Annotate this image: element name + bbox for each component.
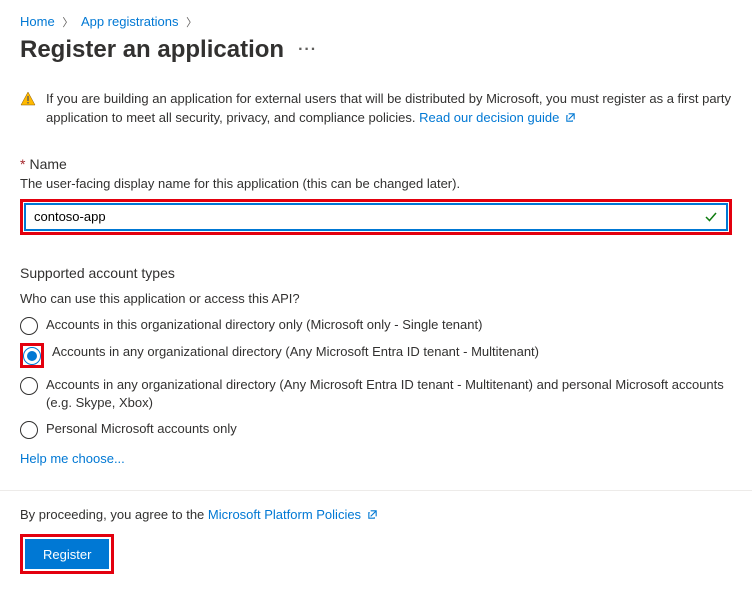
page-title-text: Register an application bbox=[20, 36, 284, 64]
name-input-highlight bbox=[20, 199, 732, 235]
warning-text-content: If you are building an application for e… bbox=[46, 91, 731, 125]
name-help: The user-facing display name for this ap… bbox=[20, 176, 732, 191]
chevron-right-icon: 〉 bbox=[186, 17, 197, 29]
account-types-title: Supported account types bbox=[20, 265, 732, 281]
decision-guide-link-text: Read our decision guide bbox=[419, 110, 559, 125]
more-actions-button[interactable]: ··· bbox=[298, 41, 317, 59]
required-star-icon: * bbox=[20, 156, 25, 172]
name-label: *Name bbox=[20, 156, 732, 172]
radio-icon[interactable] bbox=[20, 317, 38, 335]
radio-label: Personal Microsoft accounts only bbox=[46, 420, 237, 438]
radio-label: Accounts in any organizational directory… bbox=[52, 343, 539, 361]
radio-icon[interactable] bbox=[23, 347, 41, 365]
checkmark-icon bbox=[704, 210, 718, 224]
name-label-text: Name bbox=[29, 156, 66, 172]
account-type-option-single-tenant[interactable]: Accounts in this organizational director… bbox=[20, 316, 732, 335]
platform-policies-link-text: Microsoft Platform Policies bbox=[208, 507, 361, 522]
breadcrumb-app-registrations[interactable]: App registrations bbox=[81, 14, 179, 29]
account-type-option-personal-only[interactable]: Personal Microsoft accounts only bbox=[20, 420, 732, 439]
radio-icon[interactable] bbox=[20, 377, 38, 395]
platform-policies-link[interactable]: Microsoft Platform Policies bbox=[208, 507, 378, 522]
page-title: Register an application ··· bbox=[20, 36, 732, 64]
consent-prefix: By proceeding, you agree to the bbox=[20, 507, 208, 522]
radio-highlight bbox=[20, 343, 44, 368]
radio-label: Accounts in this organizational director… bbox=[46, 316, 482, 334]
register-button[interactable]: Register bbox=[25, 539, 109, 569]
name-input-wrap[interactable] bbox=[25, 204, 727, 230]
breadcrumb-home[interactable]: Home bbox=[20, 14, 55, 29]
breadcrumb: Home 〉 App registrations 〉 bbox=[20, 14, 732, 30]
chevron-right-icon: 〉 bbox=[62, 17, 73, 29]
radio-icon[interactable] bbox=[20, 421, 38, 439]
external-link-icon bbox=[367, 509, 378, 520]
warning-banner: If you are building an application for e… bbox=[20, 90, 732, 128]
account-type-option-multitenant-personal[interactable]: Accounts in any organizational directory… bbox=[20, 376, 732, 412]
radio-label: Accounts in any organizational directory… bbox=[46, 376, 732, 412]
name-input[interactable] bbox=[34, 206, 704, 228]
external-link-icon bbox=[565, 112, 576, 123]
divider bbox=[0, 490, 752, 491]
register-button-highlight: Register bbox=[20, 534, 114, 574]
help-me-choose-link[interactable]: Help me choose... bbox=[20, 451, 125, 466]
warning-text: If you are building an application for e… bbox=[46, 90, 732, 128]
decision-guide-link[interactable]: Read our decision guide bbox=[419, 110, 576, 125]
warning-icon bbox=[20, 91, 36, 107]
consent-text: By proceeding, you agree to the Microsof… bbox=[20, 507, 732, 522]
account-type-option-multitenant[interactable]: Accounts in any organizational directory… bbox=[20, 343, 732, 368]
account-types-question: Who can use this application or access t… bbox=[20, 291, 732, 306]
